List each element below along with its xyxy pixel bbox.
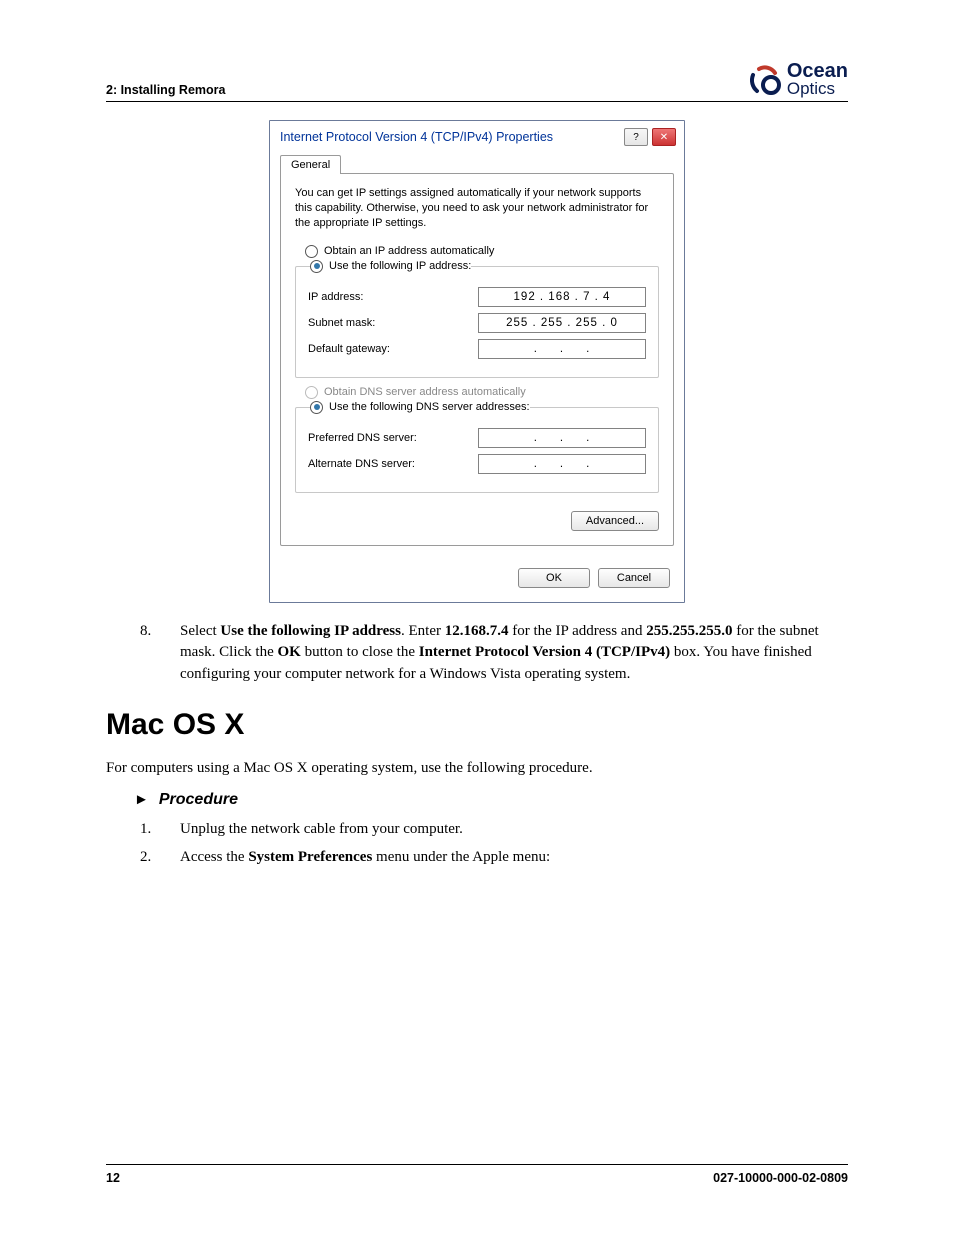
step-body: Unplug the network cable from your compu… xyxy=(180,819,848,841)
radio-obtain-ip-auto[interactable]: Obtain an IP address automatically xyxy=(305,245,659,258)
procedure-arrow-icon: ► xyxy=(134,791,149,808)
ok-button[interactable]: OK xyxy=(518,568,590,588)
ipv4-properties-dialog: Internet Protocol Version 4 (TCP/IPv4) P… xyxy=(269,120,685,603)
alternate-dns-label: Alternate DNS server: xyxy=(308,458,478,470)
logo-icon xyxy=(749,63,783,97)
alternate-dns-field[interactable]: ... xyxy=(478,454,646,474)
section-label: 2: Installing Remora xyxy=(106,83,225,97)
radio-obtain-dns-auto-label: Obtain DNS server address automatically xyxy=(324,386,526,398)
step-2: 2. Access the System Preferences menu un… xyxy=(106,847,848,869)
radio-use-following-dns-label: Use the following DNS server addresses: xyxy=(329,401,530,413)
header-divider xyxy=(106,101,848,102)
ip-address-label: IP address: xyxy=(308,291,478,303)
document-number: 027-10000-000-02-0809 xyxy=(713,1171,848,1185)
step-body: Access the System Preferences menu under… xyxy=(180,847,848,869)
dialog-title: Internet Protocol Version 4 (TCP/IPv4) P… xyxy=(280,130,553,144)
intro-paragraph: For computers using a Mac OS X operating… xyxy=(106,760,848,777)
brand-bottom: Optics xyxy=(787,81,848,97)
step-8: 8. Select Use the following IP address. … xyxy=(106,621,848,686)
radio-use-following-ip-label: Use the following IP address: xyxy=(329,260,471,272)
radio-use-following-ip[interactable]: Use the following IP address: xyxy=(310,260,471,273)
subnet-mask-field[interactable]: 255 . 255 . 255 . 0 xyxy=(478,313,646,333)
footer-divider xyxy=(106,1164,848,1165)
preferred-dns-label: Preferred DNS server: xyxy=(308,432,478,444)
preferred-dns-field[interactable]: ... xyxy=(478,428,646,448)
step-number: 8. xyxy=(140,621,162,686)
heading-mac-os-x: Mac OS X xyxy=(106,708,848,742)
help-icon[interactable]: ? xyxy=(624,128,648,146)
ip-fieldset: Use the following IP address: IP address… xyxy=(295,260,659,378)
default-gateway-field[interactable]: ... xyxy=(478,339,646,359)
step-number: 2. xyxy=(140,847,162,869)
cancel-button[interactable]: Cancel xyxy=(598,568,670,588)
radio-use-following-dns[interactable]: Use the following DNS server addresses: xyxy=(310,401,530,414)
brand-logo: Ocean Optics xyxy=(749,62,848,97)
procedure-label: Procedure xyxy=(159,791,238,809)
dialog-intro-text: You can get IP settings assigned automat… xyxy=(295,186,659,231)
procedure-heading: ► Procedure xyxy=(134,791,848,809)
radio-obtain-dns-auto: Obtain DNS server address automatically xyxy=(305,386,659,399)
tab-general[interactable]: General xyxy=(280,155,341,174)
radio-obtain-ip-auto-label: Obtain an IP address automatically xyxy=(324,245,494,257)
advanced-button[interactable]: Advanced... xyxy=(571,511,659,531)
default-gateway-label: Default gateway: xyxy=(308,343,478,355)
page-number: 12 xyxy=(106,1171,120,1185)
subnet-mask-label: Subnet mask: xyxy=(308,317,478,329)
close-icon[interactable]: ✕ xyxy=(652,128,676,146)
step-1: 1. Unplug the network cable from your co… xyxy=(106,819,848,841)
ip-address-field[interactable]: 192 . 168 . 7 . 4 xyxy=(478,287,646,307)
step-number: 1. xyxy=(140,819,162,841)
dns-fieldset: Use the following DNS server addresses: … xyxy=(295,401,659,493)
